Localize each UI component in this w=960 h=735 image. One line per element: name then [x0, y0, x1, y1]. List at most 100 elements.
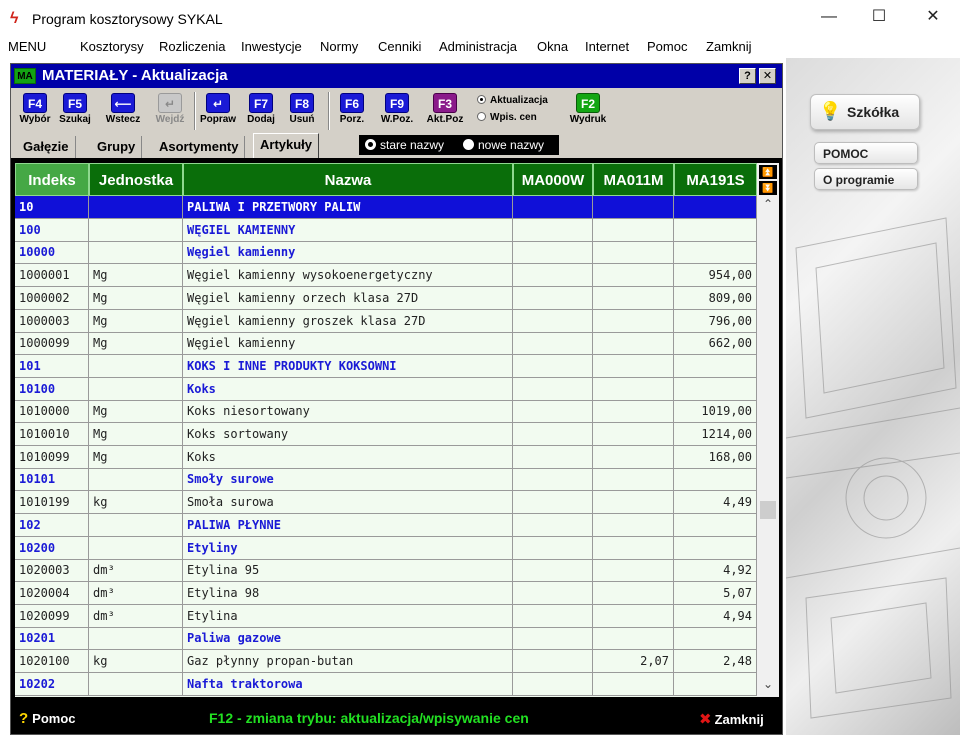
cell-ma191s: 4,49	[674, 491, 757, 514]
cell-ma191s	[674, 672, 757, 695]
about-program-button[interactable]: O programie	[814, 168, 918, 190]
help-side-button[interactable]: POMOC	[814, 142, 918, 164]
menu-item-zamknij[interactable]: Zamknij	[706, 39, 752, 54]
print-button[interactable]: F2 Wydruk	[565, 93, 611, 129]
cell-ma000w	[513, 650, 593, 672]
edit-button[interactable]: ↵ Popraw	[197, 93, 239, 129]
menu-item-cenniki[interactable]: Cenniki	[378, 39, 421, 54]
table-row[interactable]: 1010010 Mg Koks sortowany 1214,00	[15, 423, 757, 446]
column-header-indeks[interactable]: Indeks	[15, 163, 89, 196]
scroll-bottom-icon[interactable]: ⏬	[759, 181, 777, 195]
table-row[interactable]: 100 WĘGIEL KAMIENNY	[15, 218, 757, 242]
table-row[interactable]: 10200 Etyliny	[15, 536, 757, 560]
add-button[interactable]: F7 Dodaj	[241, 93, 281, 129]
menu-item-okna[interactable]: Okna	[537, 39, 568, 54]
cell-ma011m	[593, 581, 674, 604]
table-row[interactable]: 1000099 Mg Węgiel kamienny 662,00	[15, 332, 757, 356]
search-button[interactable]: F5 Szukaj	[55, 93, 95, 129]
mode-radio-aktualizacja[interactable]: Aktualizacja	[477, 95, 548, 106]
w-poz-button[interactable]: F9 W.Poz.	[375, 93, 419, 129]
cell-ma000w	[513, 400, 593, 423]
window-close-button[interactable]: ✕	[759, 68, 776, 84]
minimize-button[interactable]: —	[806, 0, 852, 34]
table-row[interactable]: 1000002 Mg Węgiel kamienny orzech klasa 27…	[15, 286, 757, 310]
menu-item-internet[interactable]: Internet	[585, 39, 629, 54]
cell-indeks: 1010010	[15, 423, 89, 445]
tab-artykuly[interactable]: Artykuły	[253, 133, 320, 158]
select-button[interactable]: F4 Wybór	[17, 93, 53, 129]
cell-ma011m	[593, 423, 674, 445]
column-header-ma191s[interactable]: MA191S	[674, 163, 757, 196]
status-message: F12 - zmiana trybu: aktualizacja/wpisywa…	[209, 710, 529, 726]
tab-galezie[interactable]: Gałęzie	[17, 136, 76, 158]
column-header-jednostka[interactable]: Jednostka	[89, 163, 183, 196]
column-header-ma000w[interactable]: MA000W	[513, 163, 593, 196]
table-row[interactable]: 1020004 dm³ Etylina 98 5,07	[15, 581, 757, 605]
menu-item-pomoc[interactable]: Pomoc	[647, 39, 687, 54]
cell-nazwa: Smoły surowe	[183, 468, 513, 491]
back-button[interactable]: ⟵ Wstecz	[99, 93, 147, 129]
column-header-ma011m[interactable]: MA011M	[593, 163, 674, 196]
cell-ma191s	[674, 377, 757, 400]
cell-ma011m	[593, 309, 674, 332]
table-row[interactable]: 1000001 Mg Węgiel kamienny wysokoenergetyc…	[15, 264, 757, 288]
table-row[interactable]: 10202 Nafta traktorowa	[15, 672, 757, 696]
edit-arrow-icon: ↵	[206, 93, 230, 113]
table-row[interactable]: 1010099 Mg Koks 168,00	[15, 445, 757, 469]
vertical-scrollbar[interactable]: ⏫ ⏬ ⌃ ⌄	[757, 163, 779, 697]
cell-jednostka: kg	[89, 491, 183, 514]
scroll-thumb[interactable]	[760, 501, 776, 519]
table-row[interactable]: 102 PALIWA PŁYNNE	[15, 513, 757, 537]
table-row[interactable]: 10201 Paliwa gazowe	[15, 627, 757, 651]
menu-item-kosztorysy[interactable]: Kosztorysy	[80, 39, 144, 54]
table-row[interactable]: 101 KOKS I INNE PRODUKTY KOKSOWNI	[15, 354, 757, 378]
table-row[interactable]: 1010199 kg Smoła surowa 4,49	[15, 491, 757, 515]
cell-ma191s	[674, 196, 757, 218]
names-toggle: stare nazwy nowe nazwy	[359, 135, 559, 155]
cell-nazwa: Koks	[183, 445, 513, 468]
cell-ma000w	[513, 196, 593, 218]
close-window-button[interactable]: ✕	[910, 0, 956, 34]
menu-item-rozliczenia[interactable]: Rozliczenia	[159, 39, 225, 54]
maximize-button[interactable]: ☐	[856, 0, 902, 34]
window-help-button[interactable]: ?	[739, 68, 756, 84]
column-header-nazwa[interactable]: Nazwa	[183, 163, 513, 196]
cell-nazwa: Węgiel kamienny	[183, 241, 513, 264]
tab-asortymenty[interactable]: Asortymenty	[153, 136, 246, 158]
akt-poz-button[interactable]: F3 Akt.Poz	[423, 93, 467, 129]
table-row[interactable]: 10101 Smoły surowe	[15, 468, 757, 492]
szkolka-button[interactable]: 💡 Szkółka	[810, 94, 920, 130]
new-names-radio[interactable]: nowe nazwy	[463, 138, 544, 152]
menu-item-administracja[interactable]: Administracja	[439, 39, 517, 54]
table-row[interactable]: 1000003 Mg Węgiel kamienny groszek klasa 2…	[15, 309, 757, 333]
old-names-radio[interactable]: stare nazwy	[365, 138, 444, 152]
table-row[interactable]: 10000 Węgiel kamienny	[15, 241, 757, 265]
cell-ma000w	[513, 468, 593, 491]
scroll-down-icon[interactable]: ⌄	[757, 677, 779, 693]
delete-button[interactable]: F8 Usuń	[283, 93, 321, 129]
menu-item-normy[interactable]: Normy	[320, 39, 358, 54]
status-close-button[interactable]: ✖ Zamknij	[699, 710, 764, 728]
scroll-up-icon[interactable]: ⌃	[757, 197, 779, 213]
table-row[interactable]: 10 PALIWA I PRZETWORY PALIW	[15, 196, 757, 219]
menu-item-menu[interactable]: MENU	[8, 39, 46, 54]
tab-grupy[interactable]: Grupy	[91, 136, 143, 158]
scroll-top-icon[interactable]: ⏫	[759, 165, 777, 179]
table-row[interactable]: 1010000 Mg Koks niesortowany 1019,00	[15, 400, 757, 424]
status-help-button[interactable]: ? Pomoc	[19, 710, 76, 727]
table-row[interactable]: 1020003 dm³ Etylina 95 4,92	[15, 559, 757, 583]
table-row[interactable]: 10100 Koks	[15, 377, 757, 401]
mode-radio-wpis-cen[interactable]: Wpis. cen	[477, 112, 537, 123]
table-row[interactable]: 1020099 dm³ Etylina 4,94	[15, 604, 757, 628]
menu-item-inwestycje[interactable]: Inwestycje	[241, 39, 302, 54]
akt-poz-label: Akt.Poz	[426, 114, 464, 125]
enter-button[interactable]: ↵ Wejdź	[149, 93, 191, 129]
cell-ma011m	[593, 400, 674, 423]
table-row[interactable]: 1020100 kg Gaz płynny propan-butan 2,07 2,48	[15, 650, 757, 673]
cell-ma011m	[593, 559, 674, 582]
cell-indeks: 1010199	[15, 491, 89, 514]
select-label: Wybór	[19, 114, 51, 125]
cell-jednostka: Mg	[89, 400, 183, 423]
sort-button[interactable]: F6 Porz.	[333, 93, 371, 129]
w-poz-label: W.Poz.	[380, 114, 414, 125]
